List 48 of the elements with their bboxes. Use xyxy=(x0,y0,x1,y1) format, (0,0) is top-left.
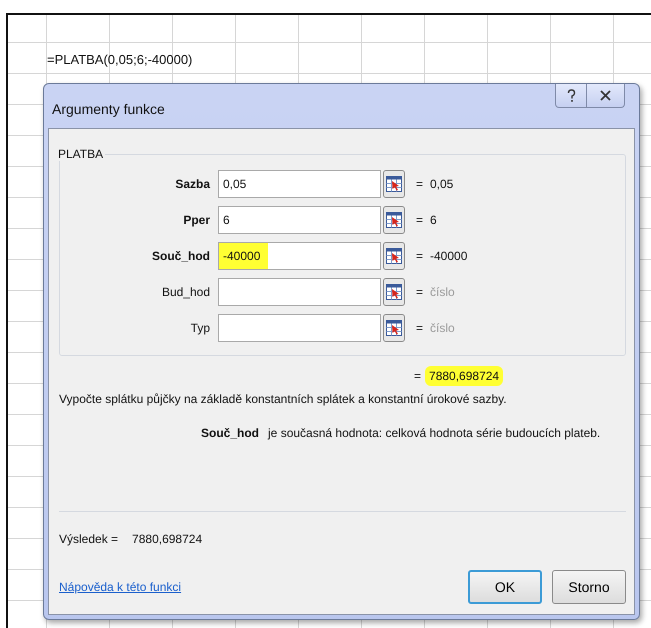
argument-label: Pper xyxy=(182,213,211,227)
help-link[interactable]: Nápověda k této funkci xyxy=(59,580,182,594)
range-select-icon xyxy=(386,284,402,300)
equals-sign: = xyxy=(416,321,424,335)
function-description: Vypočte splátku půjčky na základě konstantních splátek a konstantní úrokové sazby. xyxy=(59,392,508,406)
argument-result: číslo xyxy=(430,321,455,335)
result-value: 7880,698724 xyxy=(132,532,202,546)
argument-result: číslo xyxy=(430,285,455,299)
argument-result: 0,05 xyxy=(430,177,454,191)
range-select-button[interactable] xyxy=(383,278,405,306)
argument-label: Bud_hod xyxy=(160,285,211,299)
argument-result: 6 xyxy=(430,213,437,227)
argument-field[interactable]: 6 xyxy=(218,206,381,234)
range-select-icon xyxy=(386,248,402,264)
argument-name: Souč_hod xyxy=(201,426,260,440)
argument-field[interactable]: -40000 xyxy=(218,242,381,270)
equals-sign: = xyxy=(416,213,424,227)
range-select-button[interactable] xyxy=(383,314,405,342)
argument-field[interactable] xyxy=(218,314,381,342)
equals-sign: = xyxy=(416,285,424,299)
argument-description: je současná hodnota: celková hodnota série budoucích plateb. xyxy=(268,426,600,440)
argument-field[interactable] xyxy=(218,278,381,306)
argument-label: Sazba xyxy=(174,177,212,191)
argument-result: -40000 xyxy=(430,249,468,263)
window-title: Argumenty funkce xyxy=(52,101,165,117)
equals-sign: = xyxy=(416,177,424,191)
equals-sign: = xyxy=(414,369,422,383)
equals-sign: = xyxy=(416,249,424,263)
argument-field[interactable]: 0,05 xyxy=(218,170,381,198)
result-label: Výsledek = xyxy=(59,532,118,546)
argument-label: Souč_hod xyxy=(150,249,211,263)
close-icon xyxy=(600,90,611,101)
range-select-button[interactable] xyxy=(383,170,405,198)
help-icon xyxy=(566,88,576,102)
cell-formula: =PLATBA(0,05;6;-40000) xyxy=(47,52,192,67)
range-select-icon xyxy=(386,320,402,336)
range-select-button[interactable] xyxy=(383,206,405,234)
range-select-icon xyxy=(386,176,402,192)
dialog-button[interactable]: OK xyxy=(468,570,542,604)
dialog-button[interactable]: Storno xyxy=(552,570,626,604)
argument-label: Typ xyxy=(190,321,211,335)
range-select-button[interactable] xyxy=(383,242,405,270)
field-value: -40000 xyxy=(219,243,268,269)
formula-result: 7880,698724 xyxy=(425,366,504,386)
close-button[interactable] xyxy=(587,84,625,108)
help-button[interactable] xyxy=(555,84,587,108)
function-name: PLATBA xyxy=(57,147,104,161)
range-select-icon xyxy=(386,212,402,228)
